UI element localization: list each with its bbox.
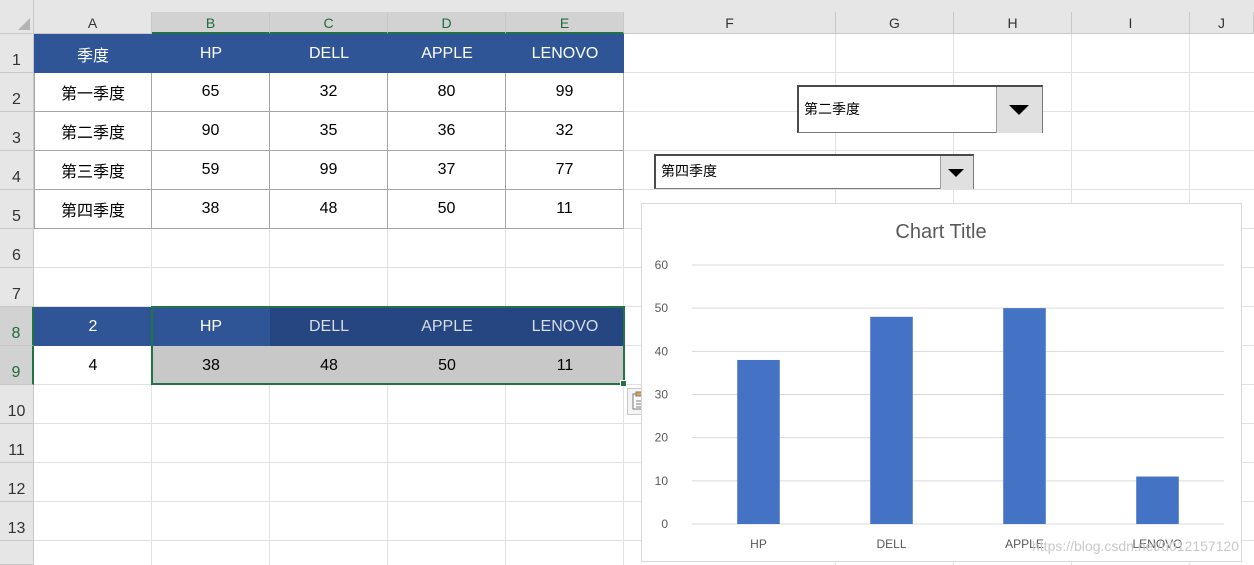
- row-header-7[interactable]: 7: [0, 268, 34, 307]
- table-cell[interactable]: 第四季度: [34, 190, 152, 229]
- y-tick-label: 50: [655, 301, 669, 315]
- watermark: https://blog.csdn.net/u012157120: [1032, 538, 1240, 554]
- table-header-dell[interactable]: DELL: [270, 34, 388, 73]
- index-cell-a9[interactable]: 4: [34, 346, 152, 385]
- row-header-6[interactable]: 6: [0, 229, 34, 268]
- column-header-h[interactable]: H: [954, 12, 1072, 34]
- column-header-g[interactable]: G: [836, 12, 954, 34]
- table-cell[interactable]: 35: [270, 112, 388, 151]
- table-cell[interactable]: 65: [152, 73, 270, 112]
- chevron-down-icon: [948, 169, 964, 177]
- formula-strip: [34, 0, 1254, 12]
- row-header-11[interactable]: 11: [0, 424, 34, 463]
- y-tick-label: 20: [655, 431, 669, 445]
- row-header-9[interactable]: 9: [0, 346, 34, 385]
- table-header-apple[interactable]: APPLE: [388, 34, 506, 73]
- table-cell[interactable]: 99: [270, 151, 388, 190]
- column-header-b[interactable]: B: [152, 12, 270, 34]
- dropdown-button[interactable]: [940, 156, 973, 189]
- table-header-hp[interactable]: HP: [152, 34, 270, 73]
- table-cell[interactable]: 第三季度: [34, 151, 152, 190]
- chart-svg: Chart Title 0102030405060HP DELL APPLE LENO…: [655, 221, 1224, 551]
- table-cell[interactable]: 37: [388, 151, 506, 190]
- table-cell[interactable]: 32: [506, 112, 624, 151]
- table-cell[interactable]: 90: [152, 112, 270, 151]
- row-header-4[interactable]: 4: [0, 151, 34, 190]
- table-cell[interactable]: 38: [152, 190, 270, 229]
- row-header-8[interactable]: 8: [0, 307, 34, 346]
- row-header-5[interactable]: 5: [0, 190, 34, 229]
- bar-chart[interactable]: Chart Title 0 10 20 30 40 50 60 HP DELL APPLE LENO…: [641, 203, 1242, 562]
- column-header-c[interactable]: C: [270, 12, 388, 34]
- table-cell[interactable]: 77: [506, 151, 624, 190]
- chart-bar-hp[interactable]: [737, 359, 780, 524]
- row-header-3[interactable]: 3: [0, 112, 34, 151]
- column-header-d[interactable]: D: [388, 12, 506, 34]
- table-cell[interactable]: 50: [388, 190, 506, 229]
- fill-handle[interactable]: [620, 380, 627, 387]
- table-cell[interactable]: 99: [506, 73, 624, 112]
- quarter-combo-box-2[interactable]: 第四季度: [654, 154, 974, 189]
- dropdown-button[interactable]: [996, 87, 1042, 133]
- combo-box-value: 第二季度: [804, 102, 860, 118]
- chart-bar-dell[interactable]: [870, 316, 913, 524]
- column-header-a[interactable]: A: [34, 12, 152, 34]
- row-header-1[interactable]: 1: [0, 34, 34, 73]
- y-tick-label: 10: [655, 474, 669, 488]
- y-tick-label: 40: [655, 344, 669, 358]
- table-cell[interactable]: 80: [388, 73, 506, 112]
- table-cell[interactable]: 32: [270, 73, 388, 112]
- chart-title[interactable]: Chart Title: [895, 221, 986, 243]
- table-cell[interactable]: 59: [152, 151, 270, 190]
- y-tick-label: 60: [655, 258, 669, 272]
- chart-bar-lenovo[interactable]: [1136, 476, 1179, 524]
- table-cell[interactable]: 11: [506, 190, 624, 229]
- row-header-12[interactable]: 12: [0, 463, 34, 502]
- table-cell[interactable]: 48: [270, 190, 388, 229]
- quarter-combo-box-1[interactable]: 第二季度: [797, 85, 1043, 133]
- table-header-lenovo[interactable]: LENOVO: [506, 34, 624, 73]
- table-cell[interactable]: 第一季度: [34, 73, 152, 112]
- column-header-e[interactable]: E: [506, 12, 624, 34]
- row-header-10[interactable]: 10: [0, 385, 34, 424]
- combo-box-value: 第四季度: [661, 164, 717, 180]
- selection-range: [151, 306, 625, 385]
- row-header-13[interactable]: 13: [0, 502, 34, 541]
- row-header-2[interactable]: 2: [0, 73, 34, 112]
- index-cell-a8[interactable]: 2: [34, 307, 152, 346]
- y-tick-label: 0: [661, 517, 668, 531]
- chart-bar-apple[interactable]: [1003, 308, 1046, 524]
- select-all-corner[interactable]: [0, 0, 34, 34]
- column-header-f[interactable]: F: [624, 12, 836, 34]
- table-cell[interactable]: 第二季度: [34, 112, 152, 151]
- y-tick-label: 30: [655, 388, 669, 402]
- chevron-down-icon: [1009, 105, 1029, 115]
- x-tick-label: DELL: [876, 537, 906, 551]
- table-cell[interactable]: 36: [388, 112, 506, 151]
- column-header-i[interactable]: I: [1072, 12, 1190, 34]
- column-header-j[interactable]: J: [1190, 12, 1254, 34]
- row-header-14[interactable]: [0, 541, 34, 565]
- x-tick-label: HP: [750, 537, 767, 551]
- table-header-quarter[interactable]: 季度: [34, 34, 152, 73]
